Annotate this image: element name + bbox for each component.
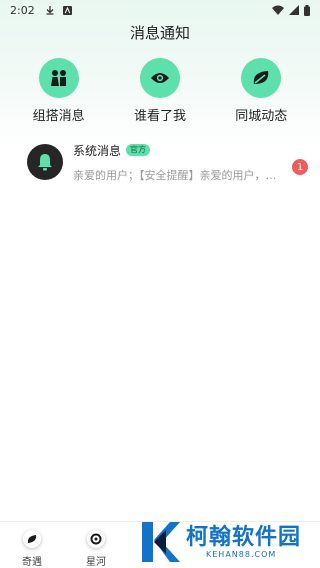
- quick-action-label: 组搭消息: [32, 109, 85, 124]
- nav-item-galaxy[interactable]: 星河: [64, 522, 128, 568]
- list-item-system-message[interactable]: 系统消息 官方 亲爱的用户；【安全提醒】亲爱的用户，… 1: [0, 140, 320, 184]
- message-preview: 亲爱的用户；【安全提醒】亲爱的用户，…: [73, 168, 277, 182]
- k-logo-icon: [142, 522, 180, 562]
- status-time: 2:02: [10, 3, 35, 17]
- bell-icon: [38, 154, 52, 171]
- message-title: 系统消息: [73, 143, 122, 158]
- galaxy-icon: [87, 530, 105, 548]
- quick-action-label: 谁看了我: [133, 109, 186, 124]
- nav-label: 星河: [86, 557, 106, 568]
- quick-action-match-messages[interactable]: 组搭消息: [14, 58, 104, 124]
- quick-action-local-feed[interactable]: 同城动态: [216, 58, 306, 124]
- official-badge: 官方: [126, 144, 151, 156]
- watermark-title: 柯翰软件园: [186, 524, 302, 550]
- avatar: [27, 144, 63, 180]
- notification-a-icon: [62, 5, 72, 15]
- signal-icon: [289, 5, 299, 15]
- quick-action-who-viewed-me[interactable]: 谁看了我: [115, 58, 205, 124]
- quick-actions: 组搭消息 谁看了我 同城动态: [0, 58, 320, 124]
- message-content: 系统消息 官方 亲爱的用户；【安全提醒】亲爱的用户，…: [73, 142, 308, 183]
- quick-action-label: 同城动态: [235, 109, 288, 124]
- status-bar: 2:02: [0, 0, 320, 20]
- unread-count-badge: 1: [292, 159, 308, 175]
- compass-icon: [23, 530, 41, 548]
- eye-icon: [139, 58, 180, 98]
- watermark-subtitle: KEHAN88.COM: [206, 549, 277, 559]
- watermark-logo: 柯翰软件园 KEHAN88.COM: [140, 520, 315, 564]
- nav-item-encounter[interactable]: 奇遇: [0, 522, 64, 568]
- download-icon: [46, 6, 54, 15]
- wifi-icon: [272, 5, 284, 15]
- couple-icon: [38, 58, 79, 98]
- page-title: 消息通知: [129, 24, 190, 42]
- nav-label: 奇遇: [22, 557, 42, 568]
- battery-icon: [304, 4, 310, 16]
- leaf-icon: [241, 58, 282, 98]
